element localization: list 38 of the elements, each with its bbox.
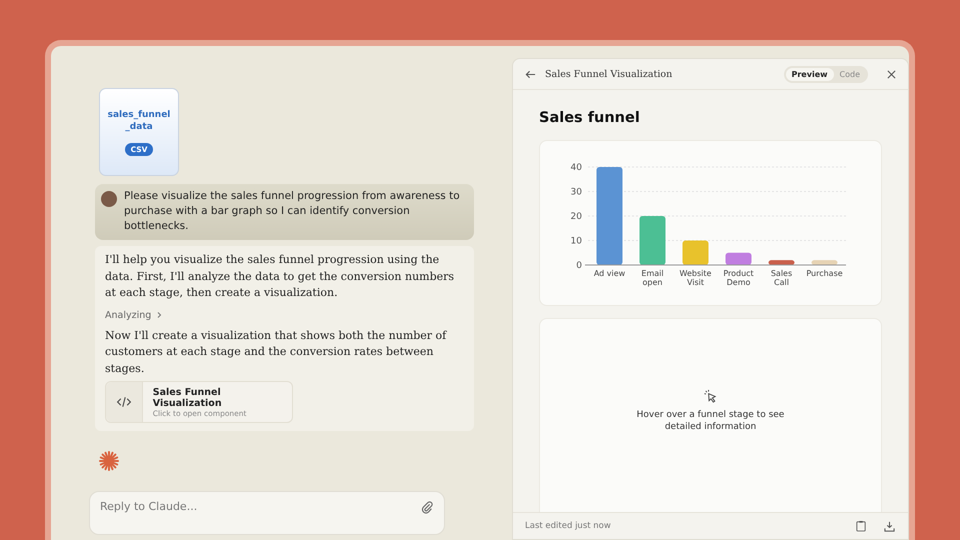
code-icon	[106, 382, 143, 422]
bar[interactable]	[682, 240, 709, 265]
assistant-paragraph: Now I'll create a visualization that shows both the number of customers at each stage and the conversion rates between stages.	[105, 328, 448, 376]
user-message-text: Please visualize the sales funnel progression from awareness to purchase with a bar graph so I can identify conversion bottlenecks.	[124, 189, 461, 234]
analyzing-toggle[interactable]: Analyzing	[105, 310, 164, 320]
x-axis-label: Product Demo	[723, 269, 754, 287]
y-tick-label: 30	[570, 188, 582, 198]
y-tick-label: 20	[570, 212, 582, 222]
view-tab[interactable]: Preview	[786, 68, 834, 80]
bar[interactable]	[640, 216, 666, 265]
file-name: sales_funnel_data	[107, 108, 171, 132]
asterisk-logo-icon	[99, 451, 119, 471]
x-axis-label: Sales Call	[770, 269, 792, 287]
hint-text: Hover over a funnel stage to see detailed information	[636, 408, 786, 432]
assistant-paragraph: I'll help you visualize the sales funnel progression using the data. First, I'll analyze the data to get the conversion numbers at each stage, then create a visualization.	[105, 252, 456, 301]
bar[interactable]	[596, 167, 623, 265]
view-tab[interactable]: Code	[834, 68, 866, 80]
x-axis-label: Purchase	[806, 269, 843, 278]
bar[interactable]	[768, 260, 795, 265]
reply-input[interactable]: Reply to Claude...	[89, 491, 445, 535]
x-axis-label: Website Visit	[680, 269, 712, 287]
y-tick-label: 10	[570, 236, 582, 246]
x-axis-label: Email open	[641, 269, 664, 287]
bar[interactable]	[726, 252, 752, 265]
avatar-icon	[101, 191, 117, 207]
chevron-right-icon	[155, 311, 164, 319]
last-edited-text: Last edited just now	[525, 521, 612, 531]
download-icon[interactable]	[882, 519, 896, 533]
bar[interactable]	[812, 260, 838, 265]
paperclip-icon[interactable]	[419, 499, 435, 515]
artifact-title: Sales Funnel Visualization	[152, 386, 223, 408]
y-tick-label: 0	[576, 261, 582, 271]
chart-heading: Sales funnel	[539, 110, 641, 126]
x-axis-label: Ad view	[594, 269, 626, 278]
pointer-click-icon	[702, 388, 718, 404]
clipboard-icon[interactable]	[854, 519, 868, 533]
y-tick-label: 40	[570, 163, 582, 173]
panel-title: Sales Funnel Visualization	[545, 68, 674, 80]
